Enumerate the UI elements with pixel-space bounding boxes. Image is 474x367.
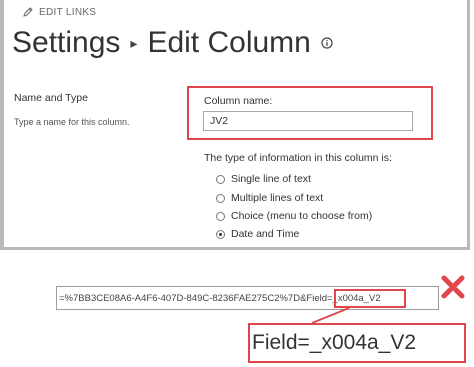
- url-text: =%7BB3CE08A6-A4F6-407D-849C-8236FAE275C2…: [59, 292, 381, 304]
- name-and-type-description: Type a name for this column.: [14, 117, 130, 127]
- column-type-label: The type of information in this column i…: [204, 152, 392, 164]
- pencil-icon: [23, 7, 33, 17]
- column-name-input[interactable]: [203, 111, 413, 131]
- info-icon[interactable]: [321, 37, 333, 49]
- title-edit-column: Edit Column: [147, 26, 311, 59]
- edit-links-link[interactable]: EDIT LINKS: [22, 6, 96, 18]
- title-settings: Settings: [12, 26, 121, 59]
- settings-panel: EDIT LINKS Settings ▸ Edit Column Name a…: [0, 0, 470, 250]
- page-title: Settings ▸ Edit Column: [12, 26, 333, 60]
- radio-single-line[interactable]: [216, 174, 225, 184]
- radio-multiple-lines[interactable]: [216, 193, 225, 203]
- column-name-label: Column name:: [204, 95, 273, 107]
- zoomed-field-text: Field=_x004a_V2: [252, 331, 417, 354]
- url-field-highlight: [334, 289, 406, 308]
- close-icon: [441, 275, 465, 299]
- type-option-label: Choice (menu to choose from): [231, 210, 373, 222]
- type-option-label: Date and Time: [231, 228, 300, 240]
- type-option-choice[interactable]: Choice (menu to choose from): [216, 210, 372, 222]
- edit-links-label: EDIT LINKS: [39, 6, 97, 18]
- type-option-single-line[interactable]: Single line of text: [216, 173, 311, 185]
- type-option-label: Multiple lines of text: [231, 192, 324, 204]
- zoomed-field-callout: Field=_x004a_V2: [248, 323, 466, 363]
- name-and-type-heading: Name and Type: [14, 92, 88, 104]
- type-option-date-time[interactable]: Date and Time: [216, 228, 299, 240]
- radio-date-time[interactable]: [216, 229, 225, 239]
- radio-choice[interactable]: [216, 211, 225, 221]
- type-option-multiple-lines[interactable]: Multiple lines of text: [216, 192, 323, 204]
- breadcrumb-separator: ▸: [130, 34, 138, 51]
- type-option-label: Single line of text: [231, 173, 311, 185]
